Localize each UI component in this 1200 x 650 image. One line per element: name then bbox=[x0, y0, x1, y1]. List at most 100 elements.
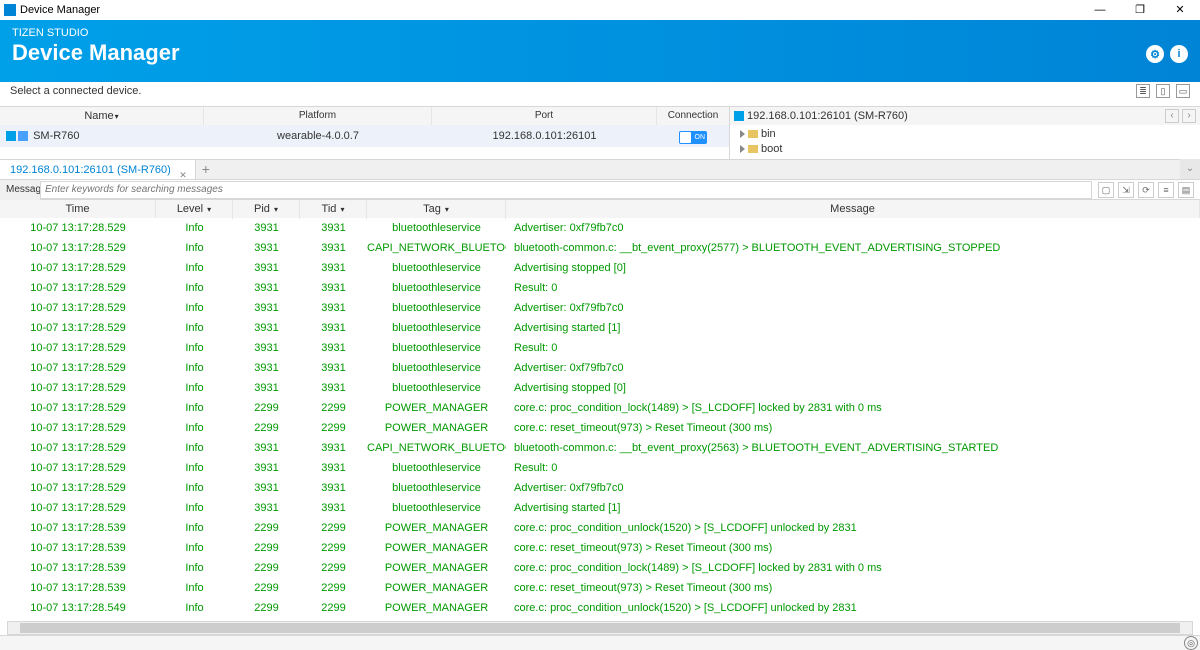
log-pid: 3931 bbox=[233, 459, 300, 478]
log-tag: bluetoothleservice bbox=[367, 339, 506, 358]
log-row[interactable]: 10-07 13:17:28.539Info22992299POWER_MANA… bbox=[0, 578, 1200, 598]
col-platform[interactable]: Platform bbox=[204, 107, 432, 125]
log-row[interactable]: 10-07 13:17:28.539Info22992299POWER_MANA… bbox=[0, 558, 1200, 578]
log-row[interactable]: 10-07 13:17:28.529Info39313931bluetoothl… bbox=[0, 318, 1200, 338]
add-tab-button[interactable]: + bbox=[196, 159, 216, 179]
device-tree-icon bbox=[734, 111, 744, 121]
gear-icon[interactable]: ⚙ bbox=[1146, 45, 1164, 63]
nav-forward-icon[interactable]: › bbox=[1182, 109, 1196, 123]
col-pid[interactable]: Pid ▾ bbox=[233, 200, 300, 219]
log-message: core.c: proc_condition_lock(1489) > [S_L… bbox=[506, 399, 1200, 418]
close-button[interactable]: ✕ bbox=[1160, 0, 1200, 20]
settings-icon[interactable]: ≡ bbox=[1158, 182, 1174, 198]
list-view-icon[interactable]: ≣ bbox=[1136, 84, 1150, 98]
log-pid: 3931 bbox=[233, 379, 300, 398]
export-icon[interactable]: ⇲ bbox=[1118, 182, 1134, 198]
device-name: SM-R760 bbox=[0, 125, 204, 147]
log-message: Result: 0 bbox=[506, 339, 1200, 358]
col-message[interactable]: Message bbox=[506, 200, 1200, 218]
log-message: Advertiser: 0xf79fb7c0 bbox=[506, 299, 1200, 318]
log-body[interactable]: 10-07 13:17:28.529Info39313931bluetoothl… bbox=[0, 218, 1200, 635]
log-row[interactable]: 10-07 13:17:28.529Info39313931bluetoothl… bbox=[0, 218, 1200, 238]
expand-icon[interactable] bbox=[740, 130, 745, 138]
horizontal-scrollbar[interactable] bbox=[7, 621, 1193, 635]
log-level: Info bbox=[156, 539, 233, 558]
log-tag: POWER_MANAGER bbox=[367, 419, 506, 438]
log-message: core.c: reset_timeout(973) > Reset Timeo… bbox=[506, 419, 1200, 438]
log-level: Info bbox=[156, 239, 233, 258]
panel-view-icon[interactable]: ▯ bbox=[1156, 84, 1170, 98]
app-header: TIZEN STUDIO Device Manager ⚙ i bbox=[0, 20, 1200, 82]
log-row[interactable]: 10-07 13:17:28.539Info22992299POWER_MANA… bbox=[0, 518, 1200, 538]
tree-node[interactable]: boot bbox=[740, 142, 1190, 157]
log-message: core.c: proc_condition_unlock(1520) > [S… bbox=[506, 519, 1200, 538]
log-row[interactable]: 10-07 13:17:28.529Info39313931CAPI_NETWO… bbox=[0, 438, 1200, 458]
col-name[interactable]: Name▾ bbox=[0, 107, 204, 125]
log-row[interactable]: 10-07 13:17:28.529Info39313931CAPI_NETWO… bbox=[0, 238, 1200, 258]
log-tag: POWER_MANAGER bbox=[367, 599, 506, 618]
log-message: Advertiser: 0xf79fb7c0 bbox=[506, 479, 1200, 498]
device-row[interactable]: SM-R760 wearable-4.0.0.7 192.168.0.101:2… bbox=[0, 125, 729, 147]
log-level: Info bbox=[156, 479, 233, 498]
clear-icon[interactable]: ⟳ bbox=[1138, 182, 1154, 198]
connection-toggle[interactable]: ON bbox=[679, 131, 707, 144]
log-row[interactable]: 10-07 13:17:28.529Info39313931bluetoothl… bbox=[0, 478, 1200, 498]
log-tid: 3931 bbox=[300, 359, 367, 378]
log-level: Info bbox=[156, 599, 233, 618]
layout-view-icon[interactable]: ▭ bbox=[1176, 84, 1190, 98]
log-row[interactable]: 10-07 13:17:28.529Info39313931bluetoothl… bbox=[0, 378, 1200, 398]
log-time: 10-07 13:17:28.529 bbox=[0, 439, 156, 458]
log-row[interactable]: 10-07 13:17:28.529Info39313931bluetoothl… bbox=[0, 498, 1200, 518]
filter-icon[interactable]: ▢ bbox=[1098, 182, 1114, 198]
log-tag: CAPI_NETWORK_BLUETOOTH bbox=[367, 239, 506, 258]
columns-icon[interactable]: ▤ bbox=[1178, 182, 1194, 198]
window-title: Device Manager bbox=[20, 4, 100, 16]
log-tid: 3931 bbox=[300, 319, 367, 338]
device-table-header: Name▾ Platform Port Connection bbox=[0, 107, 729, 125]
log-row[interactable]: 10-07 13:17:28.529Info39313931bluetoothl… bbox=[0, 258, 1200, 278]
col-time[interactable]: Time bbox=[0, 200, 156, 218]
log-tag: CAPI_NETWORK_BLUETOOTH bbox=[367, 439, 506, 458]
tree-node[interactable]: bin bbox=[740, 127, 1190, 142]
search-label: Message bbox=[0, 180, 40, 200]
log-time: 10-07 13:17:28.539 bbox=[0, 539, 156, 558]
col-tag[interactable]: Tag ▾ bbox=[367, 200, 506, 219]
target-icon[interactable]: ◎ bbox=[1184, 636, 1198, 650]
log-pid: 2299 bbox=[233, 599, 300, 618]
log-level: Info bbox=[156, 559, 233, 578]
col-level[interactable]: Level ▾ bbox=[156, 200, 233, 219]
log-tag: bluetoothleservice bbox=[367, 359, 506, 378]
tab-menu-icon[interactable]: ⌄ bbox=[1180, 159, 1200, 179]
log-level: Info bbox=[156, 299, 233, 318]
log-row[interactable]: 10-07 13:17:28.529Info39313931bluetoothl… bbox=[0, 458, 1200, 478]
log-row[interactable]: 10-07 13:17:28.529Info22992299POWER_MANA… bbox=[0, 418, 1200, 438]
log-pid: 2299 bbox=[233, 519, 300, 538]
search-input[interactable] bbox=[40, 181, 1092, 199]
close-tab-icon[interactable]: ✕ bbox=[179, 165, 187, 185]
device-platform: wearable-4.0.0.7 bbox=[204, 125, 432, 147]
col-tid[interactable]: Tid ▾ bbox=[300, 200, 367, 219]
expand-icon[interactable] bbox=[740, 145, 745, 153]
log-level: Info bbox=[156, 399, 233, 418]
log-pid: 3931 bbox=[233, 359, 300, 378]
device-connection[interactable]: ON bbox=[657, 125, 729, 147]
log-time: 10-07 13:17:28.529 bbox=[0, 219, 156, 238]
tab-bar: 192.168.0.101:26101 (SM-R760) ✕ + ⌄ bbox=[0, 159, 1200, 180]
log-row[interactable]: 10-07 13:17:28.529Info39313931bluetoothl… bbox=[0, 338, 1200, 358]
col-port[interactable]: Port bbox=[432, 107, 657, 125]
log-row[interactable]: 10-07 13:17:28.549Info22992299POWER_MANA… bbox=[0, 598, 1200, 618]
log-row[interactable]: 10-07 13:17:28.529Info39313931bluetoothl… bbox=[0, 278, 1200, 298]
log-row[interactable]: 10-07 13:17:28.529Info22992299POWER_MANA… bbox=[0, 398, 1200, 418]
log-row[interactable]: 10-07 13:17:28.529Info39313931bluetoothl… bbox=[0, 358, 1200, 378]
minimize-button[interactable]: — bbox=[1080, 0, 1120, 20]
log-row[interactable]: 10-07 13:17:28.539Info22992299POWER_MANA… bbox=[0, 538, 1200, 558]
log-row[interactable]: 10-07 13:17:28.529Info39313931bluetoothl… bbox=[0, 298, 1200, 318]
nav-back-icon[interactable]: ‹ bbox=[1165, 109, 1179, 123]
log-time: 10-07 13:17:28.539 bbox=[0, 579, 156, 598]
log-pid: 3931 bbox=[233, 279, 300, 298]
col-connection[interactable]: Connection bbox=[657, 107, 729, 125]
info-icon[interactable]: i bbox=[1170, 45, 1188, 63]
maximize-button[interactable]: ❐ bbox=[1120, 0, 1160, 20]
tab-active[interactable]: 192.168.0.101:26101 (SM-R760) ✕ bbox=[0, 159, 196, 179]
log-tid: 3931 bbox=[300, 339, 367, 358]
